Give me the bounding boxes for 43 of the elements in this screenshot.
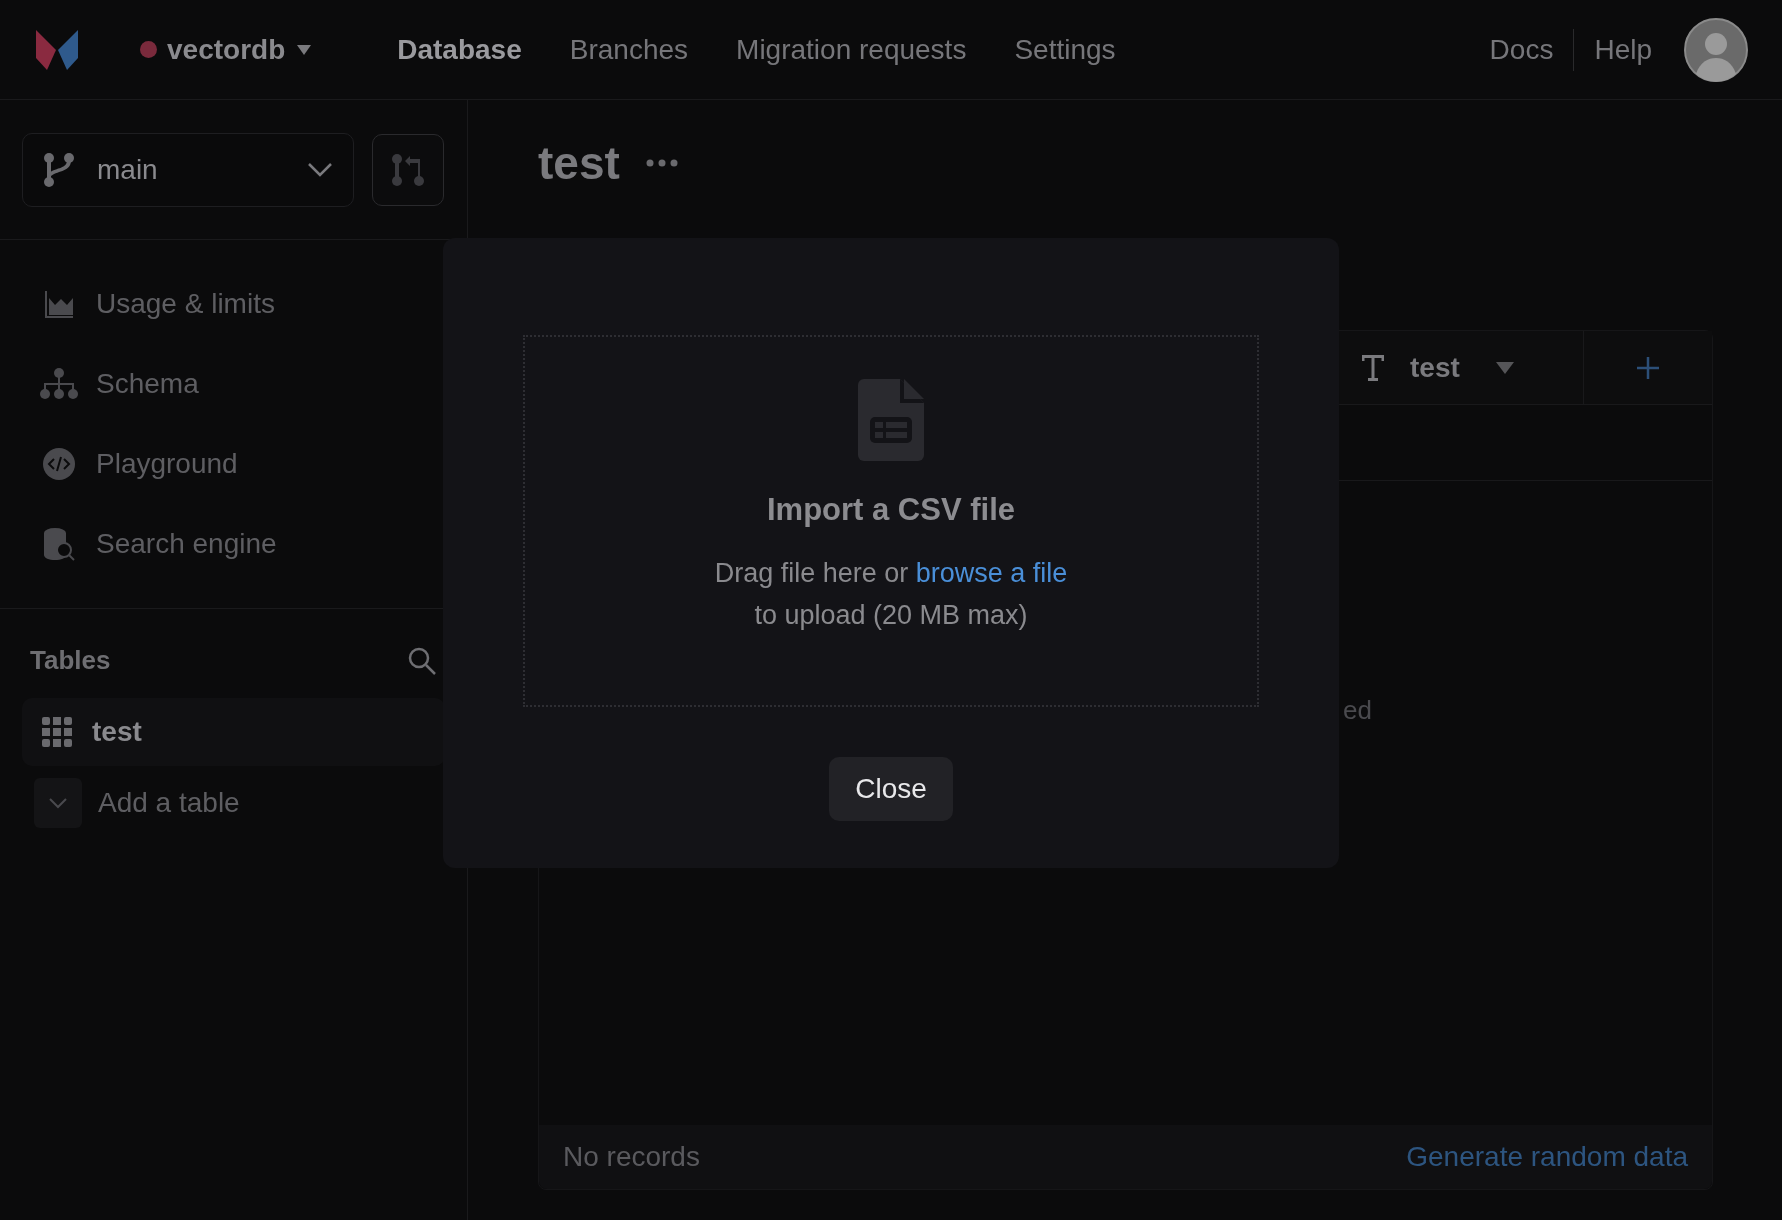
grid-icon xyxy=(42,717,72,747)
chart-icon xyxy=(43,288,75,320)
header-link[interactable]: Help xyxy=(1573,28,1672,71)
sidebar-item[interactable]: Schema xyxy=(38,360,429,408)
database-search-icon xyxy=(42,527,76,561)
search-icon[interactable] xyxy=(407,645,437,676)
upload-instructions: Drag file here or browse a file to upload (20 MB max) xyxy=(714,556,1068,632)
hierarchy-icon xyxy=(39,368,79,400)
caret-icon xyxy=(1495,361,1514,374)
sidebar-item[interactable]: Search engine xyxy=(38,520,429,568)
branch-select[interactable]: main xyxy=(22,132,354,207)
empty-state-text: ed xyxy=(1343,694,1372,727)
avatar[interactable] xyxy=(1684,17,1748,82)
column-header[interactable]: test xyxy=(1340,331,1584,404)
caret-icon xyxy=(297,44,312,55)
dialog-title: Import a CSV file xyxy=(766,491,1015,529)
header-link[interactable]: Docs xyxy=(1469,28,1574,71)
nav-link[interactable]: Branches xyxy=(569,28,689,71)
generate-data-link[interactable]: Generate random data xyxy=(1406,1136,1688,1178)
branch-icon xyxy=(43,151,75,188)
pull-request-icon xyxy=(391,152,425,187)
drop-zone[interactable]: Import a CSV file Drag file here or browse a file to upload (20 MB max) xyxy=(523,335,1259,707)
nav-link[interactable]: Settings xyxy=(1014,28,1116,71)
browse-link[interactable]: browse a file xyxy=(915,557,1068,588)
nav-link[interactable]: Database xyxy=(397,28,522,71)
chevron-down-icon xyxy=(34,778,82,828)
close-button[interactable]: Close xyxy=(829,757,953,821)
chevron-down-icon xyxy=(307,161,333,178)
section-heading: Tables xyxy=(30,644,111,677)
record-count: No records xyxy=(563,1140,700,1174)
sidebar-item[interactable]: Playground xyxy=(38,440,429,488)
spreadsheet-file-icon xyxy=(858,379,924,461)
sidebar-item[interactable]: Usage & limits xyxy=(38,280,429,328)
workspace-dropdown[interactable]: vectordb xyxy=(167,28,312,71)
plus-icon xyxy=(1636,355,1660,380)
more-icon[interactable] xyxy=(645,159,678,167)
text-type-icon xyxy=(1362,354,1384,381)
add-table-link[interactable]: Add a table xyxy=(34,778,467,828)
logo-icon xyxy=(34,27,80,72)
code-icon xyxy=(43,448,75,480)
table-item[interactable]: test xyxy=(22,698,445,766)
nav-link[interactable]: Migration requests xyxy=(736,28,967,71)
page-title: test xyxy=(538,135,620,191)
